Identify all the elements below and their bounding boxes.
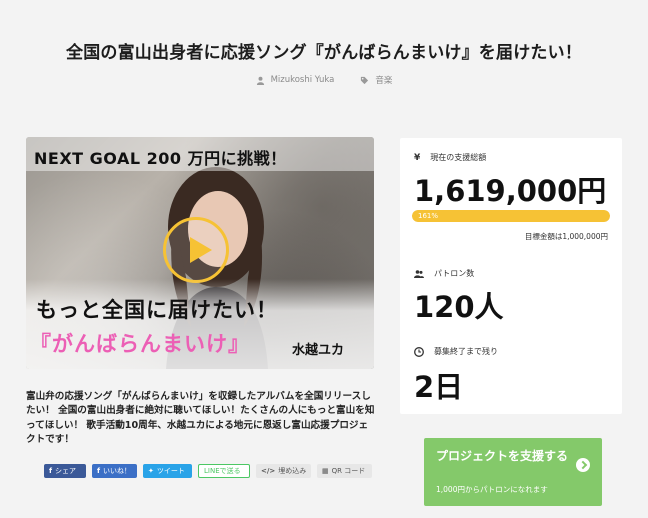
like-label: いいね！ [103, 467, 132, 475]
tag-icon [361, 76, 369, 84]
author-link[interactable]: Mizukoshi Yuka [256, 74, 335, 86]
hero-song-title: 『がんばらんまいけ』 [30, 332, 250, 356]
twitter-icon: ✦ [148, 467, 154, 475]
project-video[interactable]: NEXT GOAL 200 万円に挑戦！ もっと全国に届けたい！ 『がんばらんま… [26, 137, 374, 369]
line-share-button[interactable]: LINEで送る [198, 464, 250, 478]
category-link[interactable]: 音楽 [360, 74, 392, 86]
raised-label: 現在の支援総額 [430, 153, 487, 162]
next-goal-text: NEXT GOAL 200 万円に挑戦！ [34, 149, 287, 168]
author-name: Mizukoshi Yuka [270, 75, 335, 85]
yen-icon: ¥ [414, 152, 421, 163]
backers-count: 120人 [414, 290, 504, 324]
project-description: 富山弁の応援ソング「がんばらんまいけ」を収録したアルバムを全国リリースしたい！ … [26, 391, 375, 445]
clock-icon [414, 346, 424, 357]
line-label: LINEで送る [204, 467, 241, 475]
qr-label: QR コード [331, 467, 366, 475]
hero-motto: もっと全国に届けたい！ [36, 298, 278, 322]
play-icon[interactable] [163, 217, 229, 283]
tweet-button[interactable]: ✦ ツイート [143, 464, 192, 478]
facebook-icon: f [49, 467, 53, 475]
qr-icon: ▦ [322, 467, 329, 475]
goal-amount: 目標金額は1,000,000円 [524, 232, 608, 241]
progress-percent: 161% [418, 212, 439, 220]
embed-button[interactable]: </> 埋め込み [256, 464, 311, 478]
remaining-label: 募集終了まで残り [434, 347, 498, 356]
embed-label: 埋め込み [278, 467, 307, 475]
progress-fill [412, 210, 610, 222]
project-meta: Mizukoshi Yuka 音楽 [0, 74, 648, 86]
page-title: 全国の富山出身者に応援ソング『がんばらんまいけ』を届けたい！ [66, 43, 582, 63]
funding-progress-bar: 161% [412, 210, 610, 222]
backers-label-row: パトロン数 [414, 268, 474, 279]
tweet-label: ツイート [156, 467, 185, 475]
users-icon [414, 269, 424, 278]
facebook-like-icon: f [97, 467, 101, 475]
like-button[interactable]: f いいね！ [92, 464, 137, 478]
hero-artist: 水越ユカ [292, 343, 345, 358]
category-name: 音楽 [375, 76, 393, 86]
facebook-share-label: シェア [55, 467, 77, 475]
raised-label-row: ¥ 現在の支援総額 [414, 152, 486, 163]
share-bar: f シェア f いいね！ ✦ ツイート LINEで送る </> 埋め込み ▦ Q… [44, 464, 372, 478]
chevron-right-icon [576, 458, 590, 472]
user-icon [256, 76, 264, 85]
raised-amount: 1,619,000円 [414, 174, 607, 208]
funding-stats-card: ¥ 現在の支援総額 1,619,000円 161% 目標金額は1,000,000… [400, 138, 622, 414]
support-project-button[interactable]: プロジェクトを支援する 1,000円からパトロンになれます [424, 438, 602, 506]
facebook-share-button[interactable]: f シェア [44, 464, 86, 478]
code-icon: </> [261, 467, 276, 475]
support-label: プロジェクトを支援する [436, 449, 569, 463]
remaining-label-row: 募集終了まで残り [414, 346, 498, 357]
remaining-days: 2日 [414, 370, 464, 404]
support-sublabel: 1,000円からパトロンになれます [436, 485, 548, 494]
backers-label: パトロン数 [434, 269, 475, 278]
qr-code-button[interactable]: ▦ QR コード [317, 464, 372, 478]
